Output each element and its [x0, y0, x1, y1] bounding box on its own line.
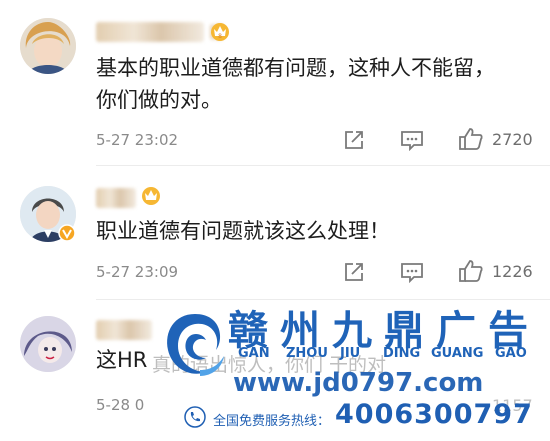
avatar-image-icon [20, 316, 76, 372]
comment-item: 8 基本的职业道德都有问题，这种人不能留， 你们做的对。 5-27 23:02 … [0, 0, 550, 165]
watermark-pinyin: GUANG [431, 346, 484, 361]
username-obscured[interactable] [96, 22, 204, 42]
thumbs-up-icon [459, 128, 483, 150]
watermark: 赣州九鼎广告 GAN ZHOU JIU DING GUANG GAO www.j… [150, 296, 550, 441]
comment-time: 5-28 0 [96, 396, 145, 414]
comment-text: 基本的职业道德都有问题，这种人不能留， 你们做的对。 [96, 56, 495, 112]
watermark-pinyin: GAO [495, 346, 527, 361]
watermark-url: www.jd0797.com [233, 368, 484, 398]
watermark-pinyin: DING [383, 346, 421, 361]
share-button[interactable] [343, 129, 365, 151]
verified-v-icon [58, 224, 76, 242]
avatar-image-icon [20, 18, 76, 74]
watermark-pinyin: ZHOU [286, 346, 328, 361]
share-icon [345, 263, 363, 281]
watermark-pinyin: JIU [340, 346, 361, 361]
share-button[interactable] [343, 261, 365, 283]
crown-badge-icon [142, 187, 160, 205]
avatar[interactable] [20, 316, 76, 372]
phone-icon [184, 406, 206, 428]
comment-button[interactable] [400, 261, 424, 283]
comment-time: 5-27 23:02 [96, 131, 179, 149]
comment-time: 5-27 23:09 [96, 263, 179, 281]
comment-button[interactable] [400, 129, 424, 151]
watermark-hotline-number: 4006300797 [335, 399, 533, 430]
share-icon [345, 131, 363, 149]
username-obscured[interactable] [96, 320, 152, 340]
username-obscured[interactable] [96, 188, 136, 208]
jiuding-logo-icon [167, 314, 224, 376]
watermark-hotline-label: 全国免费服务热线： [213, 414, 331, 429]
like-button[interactable]: 2720 [458, 127, 533, 151]
comment-text: 职业道德有问题就该这么处理！ [96, 219, 390, 243]
thumbs-up-icon [459, 260, 483, 282]
comment-icon [401, 263, 423, 283]
crown-badge-icon: 8 [211, 23, 229, 41]
avatar[interactable] [20, 18, 76, 74]
like-count: 1226 [492, 261, 533, 281]
comment-icon [401, 131, 423, 151]
comment-item: 职业道德有问题就该这么处理！ 5-27 23:09 1226 [0, 166, 550, 301]
watermark-pinyin: GAN [238, 346, 270, 361]
svg-text:8: 8 [218, 33, 222, 40]
like-count: 2720 [492, 129, 533, 149]
like-button[interactable]: 1226 [458, 259, 533, 283]
